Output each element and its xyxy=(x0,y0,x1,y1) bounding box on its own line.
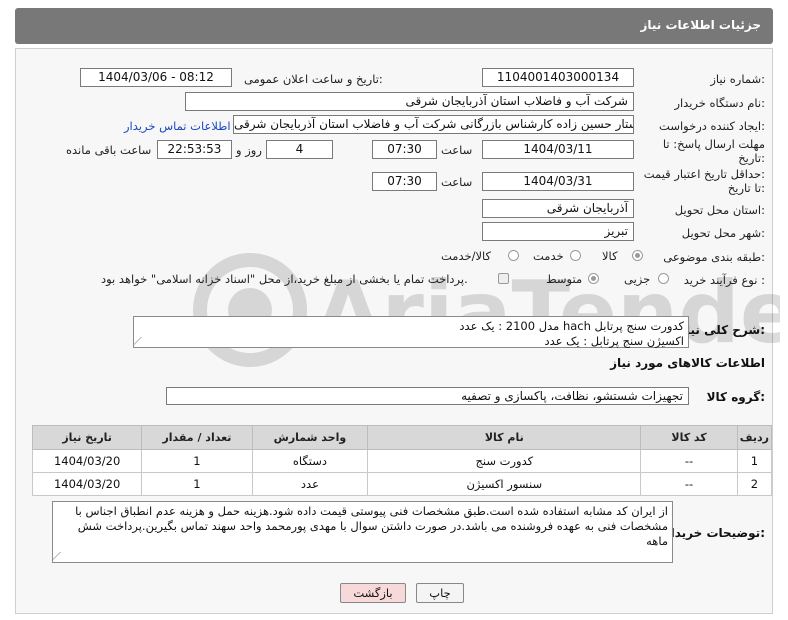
buyer-notes-text: از ایران کد مشابه استفاده شده است.طبق مش… xyxy=(75,504,668,548)
process-label: نوع فرآیند خرید : xyxy=(683,273,765,287)
days-field: 4 xyxy=(266,140,333,159)
description-line-2: اکسیژن سنج پرتابل : یک عدد xyxy=(544,334,684,348)
remaining-time-field: 22:53:53 xyxy=(157,140,232,159)
description-label: شرح کلی نیاز: xyxy=(679,323,765,337)
city-label: شهر محل تحویل: xyxy=(681,226,765,240)
col-header-quantity: تعداد / مقدار xyxy=(141,425,253,450)
buyer-org-label: نام دستگاه خریدار: xyxy=(674,96,765,110)
cell-unit: دستگاه xyxy=(251,449,369,473)
category-goods-label: کالا xyxy=(602,249,618,263)
announce-field: 1404/03/06 - 08:12 xyxy=(80,68,232,87)
cell-need-date: 1404/03/20 xyxy=(31,472,143,496)
deadline-date-field: 1404/03/11 xyxy=(482,140,634,159)
cell-unit: عدد xyxy=(251,472,369,496)
validity-label-line1: حداقل تاریخ اعتبار قیمت: xyxy=(643,167,765,181)
cell-goods-code: -- xyxy=(640,472,738,496)
process-medium-radio[interactable] xyxy=(588,273,599,284)
back-button[interactable]: بازگشت xyxy=(340,583,406,603)
page-header: جزئیات اطلاعات نیاز xyxy=(15,8,773,44)
deadline-label-line2: تاریخ: xyxy=(738,151,765,165)
page-title: جزئیات اطلاعات نیاز xyxy=(640,18,761,32)
creator-label: ایجاد کننده درخواست: xyxy=(659,119,765,133)
need-number-field: 1104001403000134 xyxy=(482,68,634,87)
table-header-row: ردیف کد کالا نام کالا واحد شمارش تعداد /… xyxy=(31,425,773,450)
description-textarea[interactable]: کدورت سنج پرتابل hach مدل 2100 : یک عدد … xyxy=(133,316,689,348)
treasury-payment-note: پرداخت تمام یا بخشی از مبلغ خرید،از محل … xyxy=(101,272,468,286)
category-goods-radio[interactable] xyxy=(632,250,643,261)
validity-time-field: 07:30 xyxy=(372,172,437,191)
process-medium-label: متوسط xyxy=(546,272,583,286)
description-line-1: کدورت سنج پرتابل hach مدل 2100 : یک عدد xyxy=(459,319,684,333)
process-minor-label: جزیی xyxy=(624,272,651,286)
category-both-radio[interactable] xyxy=(508,250,519,261)
buyer-notes-textarea[interactable]: از ایران کد مشابه استفاده شده است.طبق مش… xyxy=(52,501,673,563)
validity-date-field: 1404/03/31 xyxy=(482,172,634,191)
treasury-payment-checkbox[interactable] xyxy=(498,273,509,284)
goods-group-label: گروه کالا: xyxy=(706,390,765,404)
creator-field: ستار حسین زاده کارشناس بازرگانی شرکت آب … xyxy=(233,115,634,134)
col-header-row-number: ردیف xyxy=(736,425,773,450)
col-header-unit: واحد شمارش xyxy=(251,425,369,450)
page: جزئیات اطلاعات نیاز AriaTender.neT شماره… xyxy=(0,0,788,620)
category-service-radio[interactable] xyxy=(570,250,581,261)
days-label: روز و xyxy=(236,143,262,157)
category-both-label: کالا/خدمت xyxy=(441,249,492,263)
cell-goods-name: کدورت سنج xyxy=(367,449,642,473)
deadline-label-line1: مهلت ارسال پاسخ: تا xyxy=(662,137,765,151)
goods-table: ردیف کد کالا نام کالا واحد شمارش تعداد /… xyxy=(31,425,773,496)
validity-time-label: ساعت xyxy=(441,175,473,189)
col-header-goods-name: نام کالا xyxy=(367,425,642,450)
validity-label-line2: تا تاریخ: xyxy=(727,181,765,195)
col-header-need-date: تاریخ نیاز xyxy=(31,425,143,450)
cell-goods-code: -- xyxy=(640,449,738,473)
buyer-org-field: شرکت آب و فاضلاب استان آذربایجان شرقی xyxy=(185,92,634,111)
province-label: استان محل تحویل: xyxy=(674,203,765,217)
print-button[interactable]: چاپ xyxy=(416,583,464,603)
resize-grip-icon xyxy=(52,552,68,560)
col-header-goods-code: کد کالا xyxy=(640,425,738,450)
process-minor-radio[interactable] xyxy=(658,273,669,284)
cell-quantity: 1 xyxy=(141,472,253,496)
announce-label: تاریخ و ساعت اعلان عمومی: xyxy=(244,72,383,86)
cell-row-number: 1 xyxy=(736,449,773,473)
category-service-label: خدمت xyxy=(533,249,564,263)
deadline-time-field: 07:30 xyxy=(372,140,437,159)
table-row: 2 -- سنسور اکسیژن عدد 1 1404/03/20 xyxy=(31,472,773,496)
cell-need-date: 1404/03/20 xyxy=(31,449,143,473)
cell-row-number: 2 xyxy=(736,472,773,496)
deadline-time-label: ساعت xyxy=(441,143,473,157)
table-row: 1 -- کدورت سنج دستگاه 1 1404/03/20 xyxy=(31,449,773,473)
buyer-notes-label: توضیحات خریدار: xyxy=(663,526,765,540)
category-label: طبقه بندی موضوعی: xyxy=(663,250,765,264)
cell-quantity: 1 xyxy=(141,449,253,473)
buyer-contact-link[interactable]: اطلاعات تماس خریدار xyxy=(124,119,231,133)
need-number-label: شماره نیاز: xyxy=(710,72,765,86)
cell-goods-name: سنسور اکسیژن xyxy=(367,472,642,496)
remaining-label: ساعت باقی مانده xyxy=(66,143,152,157)
city-field: تبریز xyxy=(482,222,634,241)
province-field: آذربایجان شرقی xyxy=(482,199,634,218)
goods-group-field: تجهیزات شستشو، نظافت، پاکسازی و تصفیه xyxy=(166,387,689,405)
goods-section-title: اطلاعات کالاهای مورد نیاز xyxy=(610,356,765,370)
